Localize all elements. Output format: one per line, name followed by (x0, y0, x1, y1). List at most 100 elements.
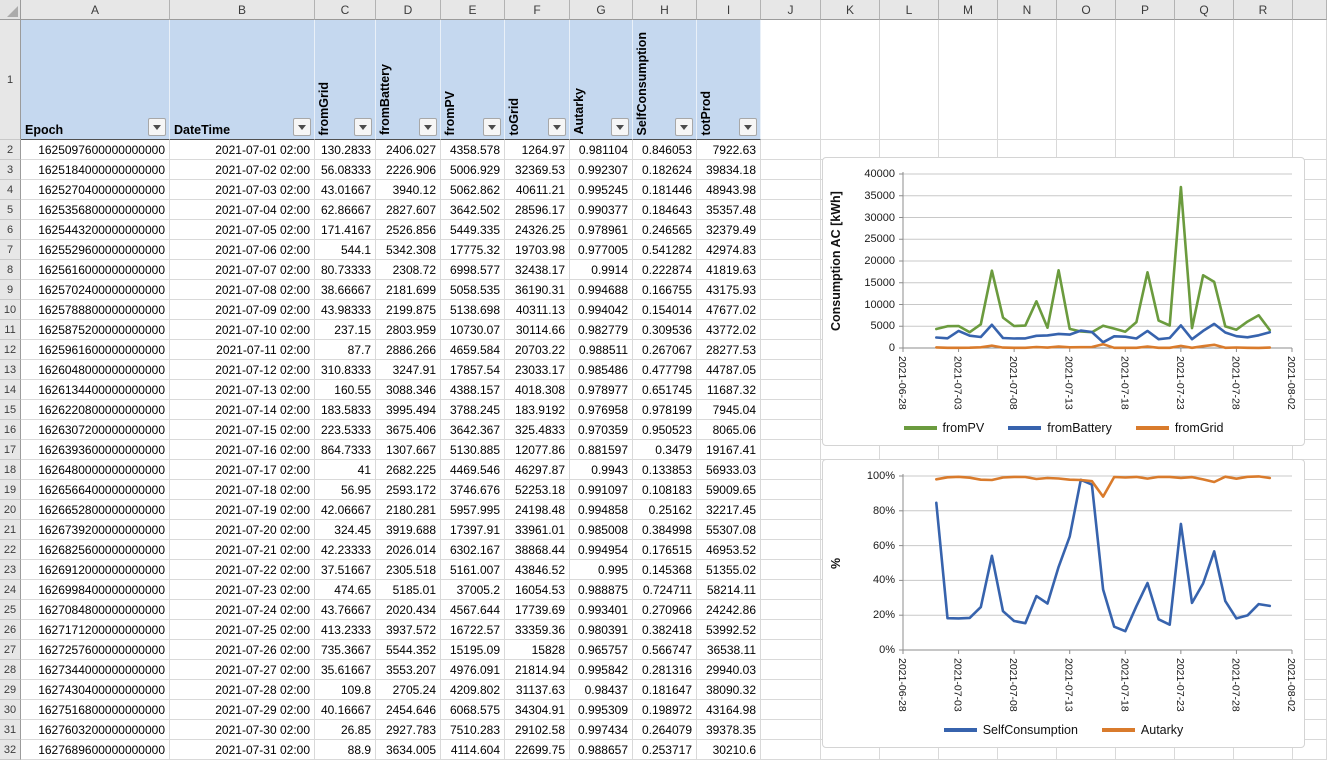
filter-button-fromBattery[interactable] (419, 118, 437, 136)
cell-A28[interactable]: 1627344000000000000 (21, 660, 170, 680)
row-header-31[interactable]: 31 (0, 720, 21, 740)
cell-C7[interactable]: 544.1 (315, 240, 376, 260)
cell-B7[interactable]: 2021-07-06 02:00 (170, 240, 315, 260)
cell-F6[interactable]: 24326.25 (505, 220, 570, 240)
cell-I18[interactable]: 56933.03 (697, 460, 761, 480)
cell-G30[interactable]: 0.995309 (570, 700, 633, 720)
cell-F27[interactable]: 15828 (505, 640, 570, 660)
cell-F23[interactable]: 43846.52 (505, 560, 570, 580)
row-header-26[interactable]: 26 (0, 620, 21, 640)
column-header-R[interactable]: R (1234, 0, 1293, 20)
cell-B32[interactable]: 2021-07-31 02:00 (170, 740, 315, 760)
cell-J1[interactable] (761, 20, 821, 140)
cell-E8[interactable]: 6998.577 (441, 260, 505, 280)
cell-P1[interactable] (1116, 20, 1175, 140)
row-header-6[interactable]: 6 (0, 220, 21, 240)
cell-B13[interactable]: 2021-07-12 02:00 (170, 360, 315, 380)
cell-I23[interactable]: 51355.02 (697, 560, 761, 580)
cell-C11[interactable]: 237.15 (315, 320, 376, 340)
cell-I29[interactable]: 38090.32 (697, 680, 761, 700)
column-header-H[interactable]: H (633, 0, 697, 20)
filter-button-autarky[interactable] (611, 118, 629, 136)
cell-G20[interactable]: 0.994858 (570, 500, 633, 520)
cell-A13[interactable]: 1626048000000000000 (21, 360, 170, 380)
column-header-C[interactable]: C (315, 0, 376, 20)
cell-I27[interactable]: 36538.11 (697, 640, 761, 660)
row-header-30[interactable]: 30 (0, 700, 21, 720)
cell-I20[interactable]: 32217.45 (697, 500, 761, 520)
cell-A18[interactable]: 1626480000000000000 (21, 460, 170, 480)
cell-J7[interactable] (761, 240, 821, 260)
cell-B9[interactable]: 2021-07-08 02:00 (170, 280, 315, 300)
filter-button-fromGrid[interactable] (354, 118, 372, 136)
cell-E3[interactable]: 5006.929 (441, 160, 505, 180)
filter-button-epoch[interactable] (148, 118, 166, 136)
cell-E18[interactable]: 4469.546 (441, 460, 505, 480)
cell-B18[interactable]: 2021-07-17 02:00 (170, 460, 315, 480)
cell-D15[interactable]: 3995.494 (376, 400, 441, 420)
cell-C14[interactable]: 160.55 (315, 380, 376, 400)
cell-F8[interactable]: 32438.17 (505, 260, 570, 280)
cell-J20[interactable] (761, 500, 821, 520)
cell-E29[interactable]: 4209.802 (441, 680, 505, 700)
cell-I12[interactable]: 28277.53 (697, 340, 761, 360)
cell-H17[interactable]: 0.3479 (633, 440, 697, 460)
cell-E25[interactable]: 4567.644 (441, 600, 505, 620)
cell-D7[interactable]: 5342.308 (376, 240, 441, 260)
cell-C15[interactable]: 183.5833 (315, 400, 376, 420)
cell-C21[interactable]: 324.45 (315, 520, 376, 540)
cell-F4[interactable]: 40611.21 (505, 180, 570, 200)
cell-B22[interactable]: 2021-07-21 02:00 (170, 540, 315, 560)
cell-C3[interactable]: 56.08333 (315, 160, 376, 180)
cell-C32[interactable]: 88.9 (315, 740, 376, 760)
cell-I28[interactable]: 29940.03 (697, 660, 761, 680)
cell-H12[interactable]: 0.267067 (633, 340, 697, 360)
cell-B23[interactable]: 2021-07-22 02:00 (170, 560, 315, 580)
cell-F24[interactable]: 16054.53 (505, 580, 570, 600)
cell-A11[interactable]: 1625875200000000000 (21, 320, 170, 340)
cell-B5[interactable]: 2021-07-04 02:00 (170, 200, 315, 220)
cell-B6[interactable]: 2021-07-05 02:00 (170, 220, 315, 240)
legend-item-fromBattery[interactable]: fromBattery (1008, 421, 1112, 435)
cell-H3[interactable]: 0.182624 (633, 160, 697, 180)
cell-C20[interactable]: 42.06667 (315, 500, 376, 520)
cell-D21[interactable]: 3919.688 (376, 520, 441, 540)
cell-J31[interactable] (761, 720, 821, 740)
cell-N1[interactable] (998, 20, 1057, 140)
cell-G3[interactable]: 0.992307 (570, 160, 633, 180)
cell-B25[interactable]: 2021-07-24 02:00 (170, 600, 315, 620)
cell-J32[interactable] (761, 740, 821, 760)
cell-G16[interactable]: 0.970359 (570, 420, 633, 440)
cell-Q1[interactable] (1175, 20, 1234, 140)
cell-J30[interactable] (761, 700, 821, 720)
row-header-23[interactable]: 23 (0, 560, 21, 580)
cell-J25[interactable] (761, 600, 821, 620)
cell-E21[interactable]: 17397.91 (441, 520, 505, 540)
cell-D4[interactable]: 3940.12 (376, 180, 441, 200)
cell-A14[interactable]: 1626134400000000000 (21, 380, 170, 400)
cell-I14[interactable]: 11687.32 (697, 380, 761, 400)
table-header-fromBattery[interactable]: fromBattery (376, 20, 441, 140)
cell-E5[interactable]: 3642.502 (441, 200, 505, 220)
cell-B31[interactable]: 2021-07-30 02:00 (170, 720, 315, 740)
cell-J6[interactable] (761, 220, 821, 240)
cell-G26[interactable]: 0.980391 (570, 620, 633, 640)
cell-A20[interactable]: 1626652800000000000 (21, 500, 170, 520)
cell-C10[interactable]: 43.98333 (315, 300, 376, 320)
row-header-21[interactable]: 21 (0, 520, 21, 540)
cell-J27[interactable] (761, 640, 821, 660)
cell-H9[interactable]: 0.166755 (633, 280, 697, 300)
cell-H11[interactable]: 0.309536 (633, 320, 697, 340)
cell-J28[interactable] (761, 660, 821, 680)
cell-I24[interactable]: 58214.11 (697, 580, 761, 600)
cell-G5[interactable]: 0.990377 (570, 200, 633, 220)
cell-F5[interactable]: 28596.17 (505, 200, 570, 220)
table-header-fromGrid[interactable]: fromGrid (315, 20, 376, 140)
column-header-L[interactable]: L (880, 0, 939, 20)
cell-E31[interactable]: 7510.283 (441, 720, 505, 740)
cell-I26[interactable]: 53992.52 (697, 620, 761, 640)
cell-F12[interactable]: 20703.22 (505, 340, 570, 360)
row-header-17[interactable]: 17 (0, 440, 21, 460)
row-header-22[interactable]: 22 (0, 540, 21, 560)
cell-B19[interactable]: 2021-07-18 02:00 (170, 480, 315, 500)
